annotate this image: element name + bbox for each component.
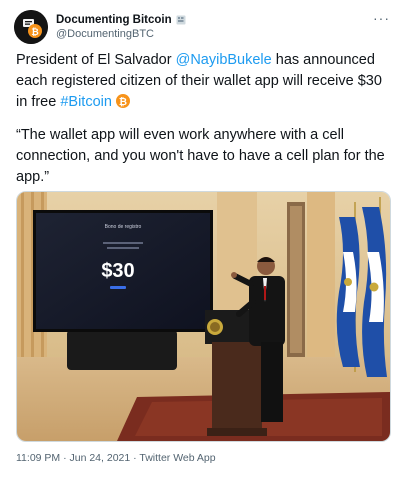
more-options-icon[interactable]: ··· [373,10,390,26]
tweet-paragraph: President of El Salvador @NayibBukele ha… [16,50,394,113]
author-name[interactable]: Documenting Bitcoin [56,13,172,27]
mention-link[interactable]: @NayibBukele [176,52,272,68]
author-handle[interactable]: @DocumentingBTC [56,27,186,41]
svg-text:₿: ₿ [119,96,127,108]
tweet-quote: “The wallet app will even work anywhere … [16,127,385,185]
bitcoin-emoji-icon: ₿ [115,94,130,108]
tweet-timestamp[interactable]: 11:09 PM · Jun 24, 2021 · Twitter Web Ap… [16,452,216,464]
photo-scene: Bono de registro $30 [17,192,390,441]
documenting-bitcoin-logo: ₿ [14,10,48,44]
tweet-card: ₿ Documenting Bitcoin @DocumentingBTC ··… [0,0,406,482]
svg-text:₿: ₿ [31,27,38,38]
tweet-header: ₿ Documenting Bitcoin @DocumentingBTC ··… [14,10,392,44]
affiliate-badge-icon [176,15,186,25]
screen-amount: $30 [101,260,134,282]
hashtag-link[interactable]: #Bitcoin [60,94,112,110]
tweet-photo[interactable]: Bono de registro $30 [16,191,391,442]
avatar[interactable]: ₿ [14,10,48,44]
author-block: Documenting Bitcoin @DocumentingBTC [56,13,186,41]
tweet-text-prefix: President of El Salvador [16,52,176,68]
tweet-text: President of El Salvador @NayibBukele ha… [16,50,394,200]
screen-title: Bono de registro [105,224,142,230]
